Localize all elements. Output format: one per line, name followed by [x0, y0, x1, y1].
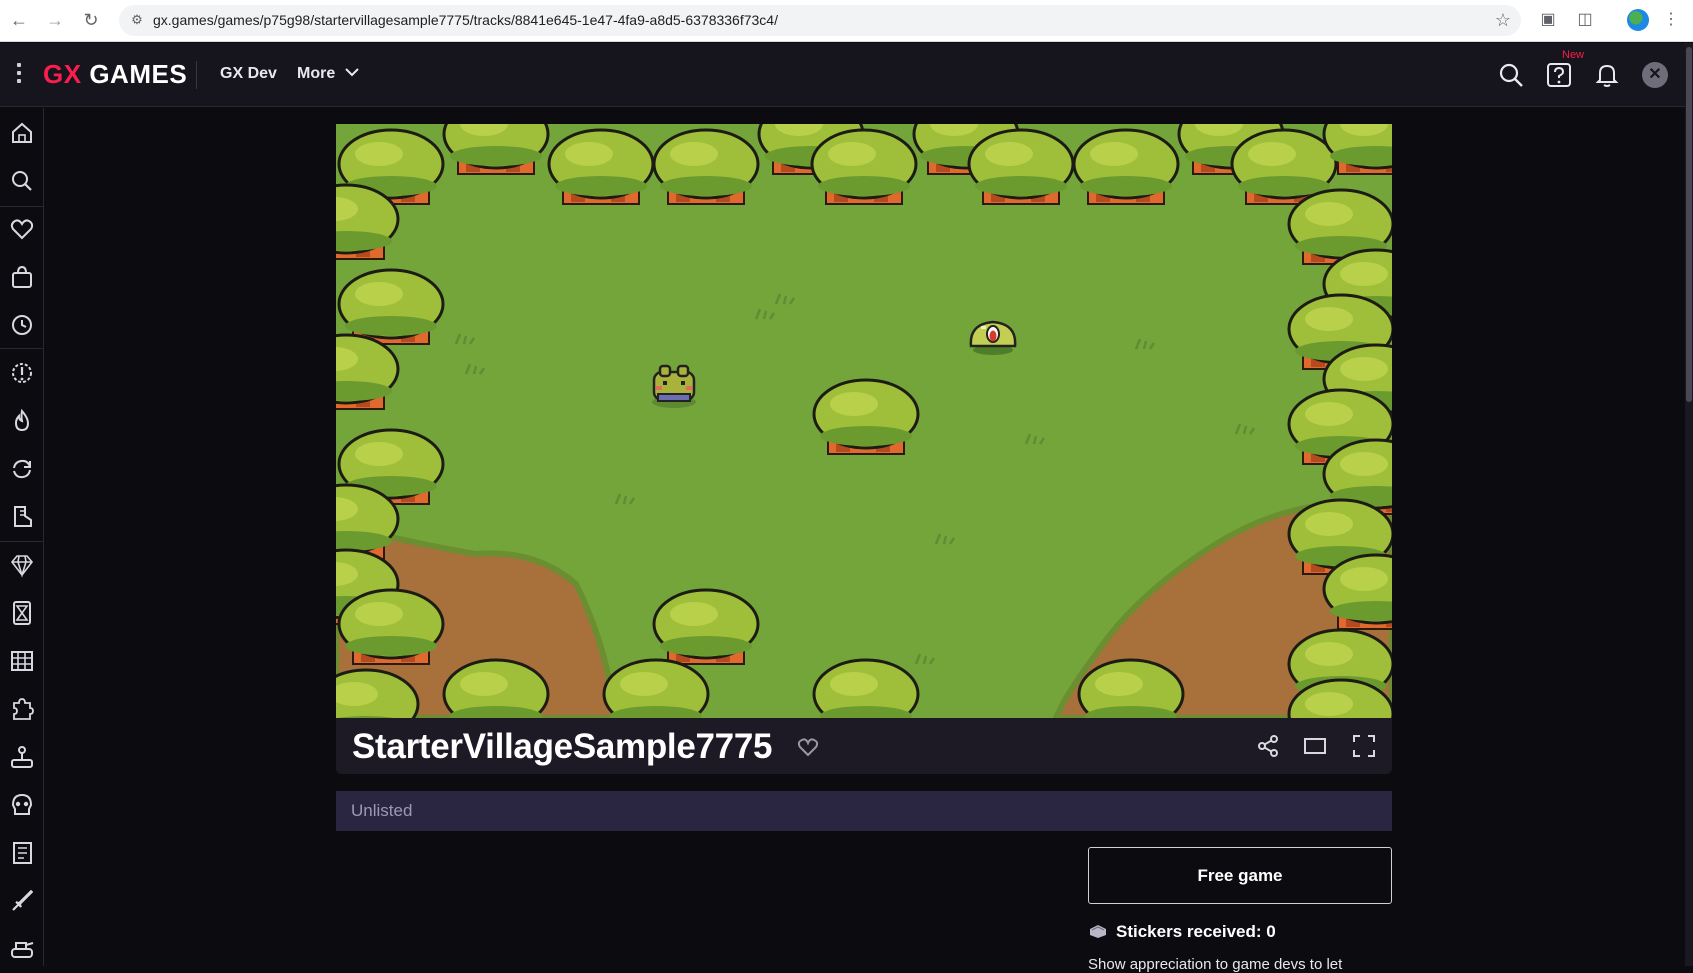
profile-avatar[interactable]: [1627, 9, 1649, 31]
browser-toolbar: ← → ↻ ⚙ gx.games/games/p75g98/startervil…: [0, 0, 1693, 42]
notebook-icon[interactable]: [8, 839, 36, 867]
tank-icon[interactable]: [8, 935, 36, 963]
gx-dev-link[interactable]: GX Dev: [220, 65, 277, 83]
extensions-icon[interactable]: ◫: [1574, 9, 1596, 31]
hourglass-icon[interactable]: [8, 599, 36, 627]
stickers-received: Stickers received: 0: [1088, 922, 1276, 942]
tree: [652, 128, 760, 205]
sidebar-divider: [0, 206, 44, 207]
tree: [812, 658, 920, 718]
fire-icon[interactable]: [8, 407, 36, 435]
joystick-icon[interactable]: [8, 743, 36, 771]
back-icon[interactable]: ←: [7, 8, 31, 32]
star-icon[interactable]: ☆: [1495, 10, 1511, 31]
more-label: More: [297, 65, 336, 82]
heart-icon[interactable]: [796, 735, 820, 759]
sidebar-divider: [0, 348, 44, 349]
bag-icon[interactable]: [8, 263, 36, 291]
tree: [337, 268, 445, 345]
sticker-icon: [1090, 925, 1106, 938]
address-bar[interactable]: ⚙ gx.games/games/p75g98/startervillagesa…: [119, 5, 1521, 36]
share-icon[interactable]: [1255, 733, 1281, 759]
theater-mode-icon[interactable]: [1302, 733, 1328, 759]
skull-icon[interactable]: [8, 791, 36, 819]
unlisted-label: Unlisted: [351, 801, 413, 820]
grid-icon[interactable]: [8, 647, 36, 675]
search-icon[interactable]: [1497, 61, 1525, 89]
logo-games: GAMES: [89, 59, 188, 89]
kebab-menu-icon[interactable]: ⋮: [1660, 9, 1682, 31]
boot-icon[interactable]: [8, 503, 36, 531]
sidebar-divider: [0, 541, 44, 542]
menu-dots-icon[interactable]: [13, 63, 25, 87]
free-game-button[interactable]: Free game: [1088, 847, 1392, 904]
sword-icon[interactable]: [8, 887, 36, 915]
sidebar: [0, 108, 44, 966]
clock-icon[interactable]: [8, 311, 36, 339]
help-icon[interactable]: [1545, 61, 1573, 89]
camera-icon[interactable]: ▣: [1537, 9, 1559, 31]
refresh-icon[interactable]: [8, 455, 36, 483]
heart-icon[interactable]: [8, 215, 36, 243]
tree: [1072, 128, 1180, 205]
stickers-label: Stickers received: 0: [1116, 922, 1276, 941]
puzzle-icon[interactable]: [8, 695, 36, 723]
slime-enemy: [969, 320, 1017, 355]
site-header: GX GAMES GX Dev More New ✕: [0, 43, 1685, 107]
visibility-bar: Unlisted: [336, 791, 1392, 831]
game-scene: [336, 124, 1392, 718]
forward-icon[interactable]: →: [43, 8, 67, 32]
tree: [547, 128, 655, 205]
tree: [442, 124, 550, 175]
tree: [967, 128, 1075, 205]
logo-gx: GX: [43, 59, 82, 89]
scrollbar-thumb[interactable]: [1686, 47, 1692, 402]
fullscreen-icon[interactable]: [1351, 733, 1377, 759]
search-icon[interactable]: [8, 167, 36, 195]
tree: [1077, 658, 1185, 718]
reload-icon[interactable]: ↻: [79, 8, 103, 32]
home-icon[interactable]: [8, 119, 36, 147]
appreciation-text: Show appreciation to game devs to let: [1088, 956, 1343, 973]
tree: [442, 658, 550, 718]
close-icon[interactable]: ✕: [1642, 62, 1668, 88]
tree: [810, 128, 918, 205]
tree: [652, 588, 760, 665]
gx-games-logo[interactable]: GX GAMES: [43, 59, 187, 90]
diamond-icon[interactable]: [8, 551, 36, 579]
alert-icon[interactable]: [8, 359, 36, 387]
tree: [337, 588, 445, 665]
game-title-bar: StarterVillageSample7775: [336, 718, 1392, 774]
bell-icon[interactable]: [1593, 61, 1621, 89]
page-scrollbar[interactable]: [1685, 43, 1693, 966]
more-menu[interactable]: More: [297, 65, 360, 83]
url-text[interactable]: gx.games/games/p75g98/startervillagesamp…: [153, 12, 778, 28]
new-badge: New: [1562, 49, 1585, 61]
player-character: [652, 364, 696, 408]
tree: [812, 378, 920, 455]
site-info-icon[interactable]: ⚙: [128, 11, 146, 29]
game-title: StarterVillageSample7775: [352, 727, 773, 766]
header-divider: [196, 61, 197, 89]
game-canvas[interactable]: [336, 124, 1392, 718]
tree: [602, 658, 710, 718]
chevron-down-icon: [344, 68, 359, 77]
